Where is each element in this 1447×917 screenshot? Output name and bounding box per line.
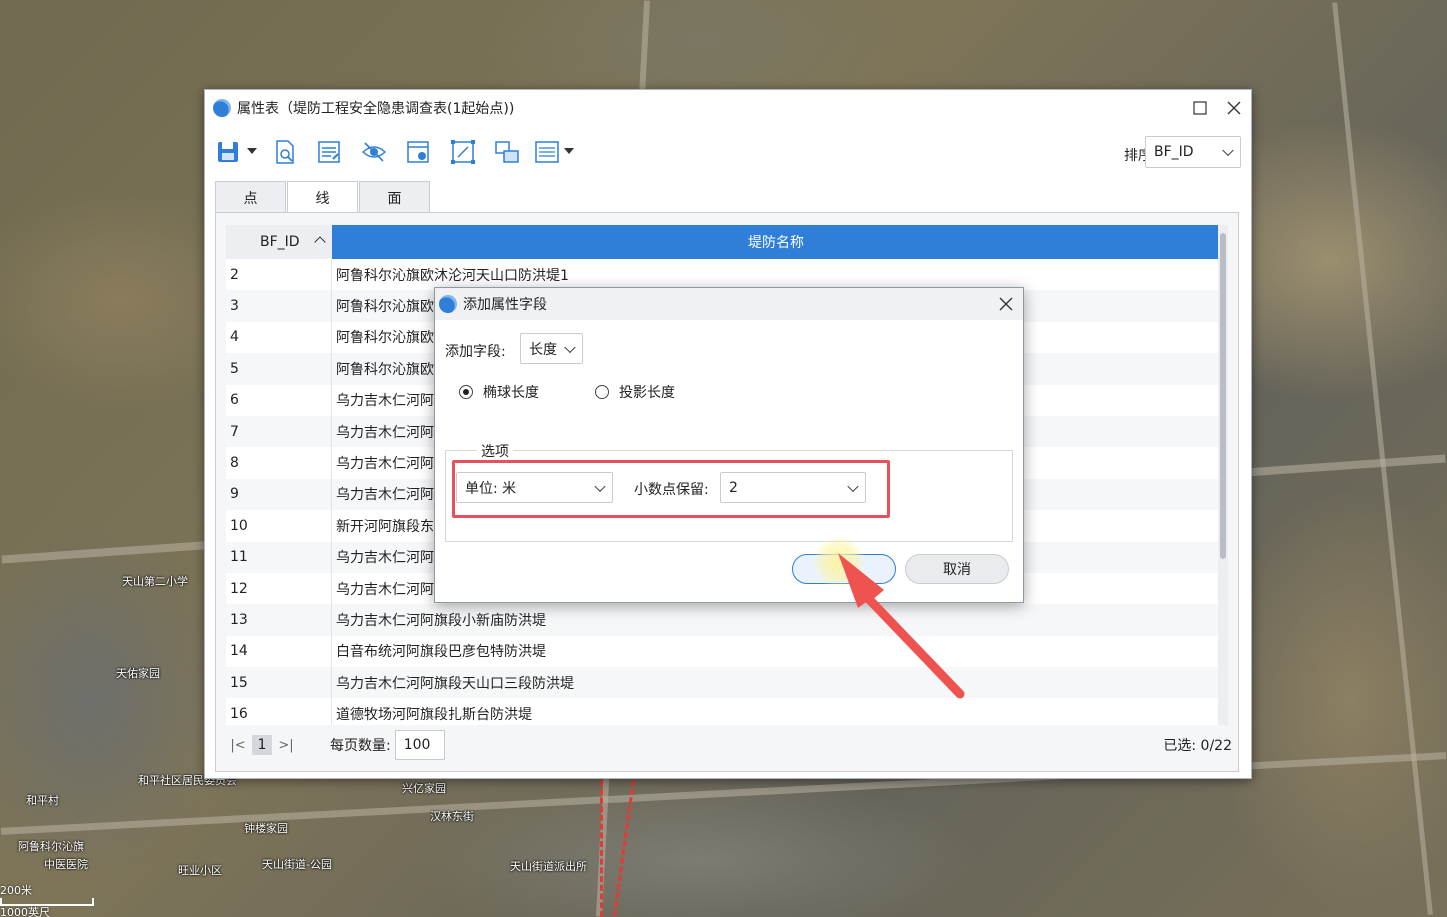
scale-meters: 200米 xyxy=(0,884,32,897)
radio-ellipsoid-length[interactable]: 椭球长度 xyxy=(459,382,539,402)
table-row[interactable]: 16 道德牧场河阿旗段扎斯台防洪堤 xyxy=(226,698,1220,725)
cell-bf-id: 4 xyxy=(226,321,332,354)
tab-line[interactable]: 线 xyxy=(287,181,358,214)
more-list-icon[interactable] xyxy=(533,138,561,166)
per-page-label: 每页数量: xyxy=(330,738,391,754)
edit-attributes-icon[interactable] xyxy=(315,138,343,166)
boundary-line xyxy=(600,780,603,917)
geometry-tabs: 点 线 面 xyxy=(215,181,431,214)
zoom-to-icon[interactable] xyxy=(271,138,299,166)
attribute-table-titlebar[interactable]: 属性表（堤防工程安全隐患调查表(1起始点)) xyxy=(205,90,1251,126)
per-page-input[interactable]: 100 xyxy=(394,730,445,760)
cell-dike-name: 道德牧场河阿旗段扎斯台防洪堤 xyxy=(336,707,532,724)
map-label: 天佑家园 xyxy=(116,667,160,680)
cell-bf-id: 12 xyxy=(226,572,332,605)
column-header-label: 堤防名称 xyxy=(748,235,804,251)
cell-dike-name: 乌力吉木仁河阿旗段天山口三段防洪堤 xyxy=(336,675,574,692)
cell-dike-name: 阿鲁科尔沁旗欧沐沦河天山口防洪堤1 xyxy=(336,267,569,284)
cell-bf-id: 6 xyxy=(226,384,332,416)
map-label: 阿鲁科尔沁旗 xyxy=(18,840,84,853)
column-header-bf-id[interactable]: BF_ID xyxy=(226,225,332,259)
sort-field-select[interactable]: BF_ID xyxy=(1145,136,1241,168)
table-row[interactable]: 14 白音布统河阿旗段巴彦包特防洪堤 xyxy=(226,635,1220,668)
cell-bf-id: 13 xyxy=(226,604,332,636)
page-number[interactable]: 1 xyxy=(252,735,272,755)
tab-point[interactable]: 点 xyxy=(215,181,286,213)
options-label: 选项 xyxy=(477,441,513,461)
cell-bf-id: 7 xyxy=(226,415,332,448)
map-label: 天山街道-公园 xyxy=(262,858,332,871)
highlight-box xyxy=(452,460,890,518)
scrollbar-thumb[interactable] xyxy=(1220,233,1226,559)
attribute-table-title: 属性表（堤防工程安全隐患调查表(1起始点)) xyxy=(237,101,515,117)
radio-label: 投影长度 xyxy=(619,385,675,401)
dialog-titlebar[interactable]: 添加属性字段 xyxy=(435,288,1023,320)
first-page-button[interactable]: |< xyxy=(228,738,248,753)
tab-polygon[interactable]: 面 xyxy=(359,181,430,213)
cell-bf-id: 9 xyxy=(226,478,332,511)
cell-bf-id: 16 xyxy=(226,698,332,725)
radio-label: 椭球长度 xyxy=(483,385,539,401)
add-field-dialog[interactable]: 添加属性字段 添加字段: 长度 椭球长度 投影长度 选项 单位: 米 小数点保留… xyxy=(434,287,1024,603)
table-row[interactable]: 15 乌力吉木仁河阿旗段天山口三段防洪堤 xyxy=(226,667,1220,699)
sort-ascending-icon[interactable] xyxy=(314,236,326,248)
cell-bf-id: 3 xyxy=(226,290,332,322)
map-label: 汉林东街 xyxy=(430,810,474,823)
radio-checked-icon xyxy=(459,385,473,399)
table-row[interactable]: 13 乌力吉木仁河阿旗段小新庙防洪堤 xyxy=(226,604,1220,636)
dialog-title: 添加属性字段 xyxy=(463,297,547,313)
cancel-button[interactable]: 取消 xyxy=(905,554,1009,584)
map-label: 钟楼家园 xyxy=(244,822,288,835)
field-calculator-icon[interactable] xyxy=(404,138,432,166)
save-dropdown-icon[interactable] xyxy=(247,148,257,154)
attribute-toolbar xyxy=(205,128,1251,178)
select-features-icon[interactable] xyxy=(449,138,477,166)
table-row[interactable]: 2 阿鲁科尔沁旗欧沐沦河天山口防洪堤1 xyxy=(226,259,1220,291)
cell-bf-id: 5 xyxy=(226,353,332,385)
chevron-down-icon xyxy=(1222,144,1234,157)
last-page-button[interactable]: >| xyxy=(276,738,296,753)
close-icon[interactable] xyxy=(989,292,1023,316)
field-type-select[interactable]: 长度 xyxy=(520,333,583,364)
cell-bf-id: 14 xyxy=(226,635,332,668)
map-label: 旺业小区 xyxy=(178,864,222,877)
map-label: 天山第二小学 xyxy=(122,575,188,588)
grid-header: BF_ID 堤防名称 xyxy=(226,225,1220,259)
field-type-value: 长度 xyxy=(529,341,557,358)
scale-feet: 1000英尺 xyxy=(0,906,50,917)
cell-bf-id: 10 xyxy=(226,510,332,542)
save-icon[interactable] xyxy=(215,138,243,166)
cell-bf-id: 2 xyxy=(226,259,332,291)
map-label: 和平村 xyxy=(26,794,59,807)
cell-dike-name: 乌力吉木仁河阿旗段小新庙防洪堤 xyxy=(336,612,546,629)
map-label: 天山街道派出所 xyxy=(510,860,587,873)
scale-bar xyxy=(0,898,94,906)
column-header-label: BF_ID xyxy=(260,234,300,250)
cursor-highlight xyxy=(813,536,865,588)
more-dropdown-icon[interactable] xyxy=(564,148,574,154)
map-label: 兴亿家园 xyxy=(402,782,446,795)
cell-dike-name: 白音布统河阿旗段巴彦包特防洪堤 xyxy=(336,644,546,661)
close-icon[interactable] xyxy=(1217,91,1251,125)
app-logo-icon xyxy=(213,99,231,117)
chevron-down-icon xyxy=(564,341,576,353)
switch-selection-icon[interactable] xyxy=(493,138,521,166)
cell-bf-id: 15 xyxy=(226,667,332,699)
map-label: 中医医院 xyxy=(44,858,88,871)
add-field-label: 添加字段: xyxy=(445,344,506,360)
cell-bf-id: 11 xyxy=(226,541,332,573)
radio-projected-length[interactable]: 投影长度 xyxy=(595,382,675,402)
vertical-scrollbar[interactable] xyxy=(1218,225,1228,725)
app-logo-icon xyxy=(439,295,457,313)
radio-unchecked-icon xyxy=(595,385,609,399)
hide-field-icon[interactable] xyxy=(360,138,388,166)
maximize-icon[interactable] xyxy=(1183,91,1217,125)
sort-field-value: BF_ID xyxy=(1154,144,1194,160)
selected-count: 已选: 0/22 xyxy=(1163,738,1232,754)
cell-bf-id: 8 xyxy=(226,447,332,479)
pager: |< 1 >| 每页数量: 100 已选: 0/22 xyxy=(228,725,1232,765)
map-scale: 200米 1000英尺 xyxy=(0,884,94,917)
column-header-dike-name[interactable]: 堤防名称 xyxy=(332,225,1220,259)
